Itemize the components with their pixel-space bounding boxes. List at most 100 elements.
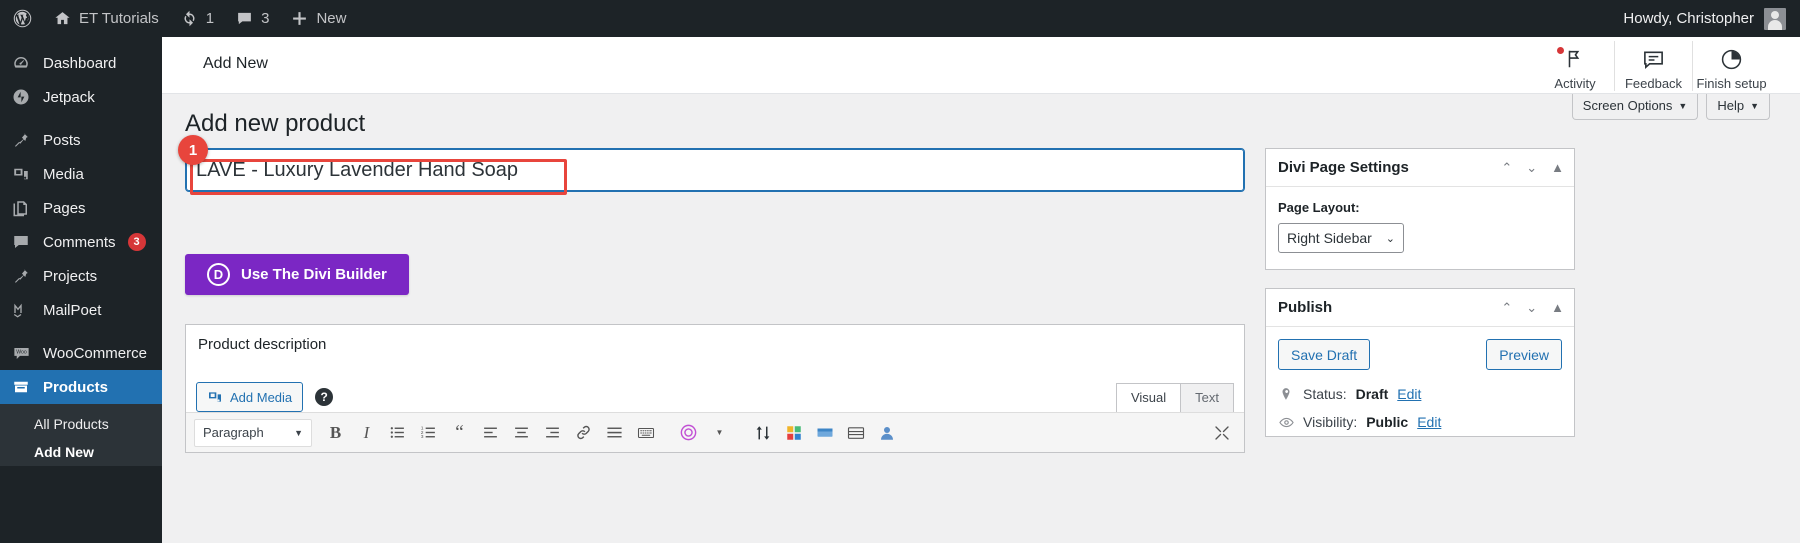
- editor-mode-tabs: Visual Text: [1115, 383, 1234, 413]
- sidebar-item-media[interactable]: Media: [0, 157, 162, 191]
- move-up-icon[interactable]: ⌃: [1501, 161, 1512, 174]
- account-menu[interactable]: Howdy, Christopher: [1623, 7, 1786, 30]
- layout-icon[interactable]: [841, 419, 870, 447]
- chevron-down-icon[interactable]: ▼: [705, 419, 734, 447]
- sidebar-item-label: Comments: [43, 233, 116, 251]
- sidebar-item-label: Products: [43, 378, 109, 396]
- sidebar-item-woocommerce[interactable]: Woo WooCommerce: [0, 336, 162, 370]
- person-icon[interactable]: [872, 419, 901, 447]
- products-icon: [11, 377, 31, 397]
- tab-text[interactable]: Text: [1180, 383, 1234, 413]
- activity-badge-dot: [1557, 47, 1564, 54]
- toggle-panel-icon[interactable]: ▲: [1551, 301, 1564, 314]
- italic-icon[interactable]: I: [352, 419, 381, 447]
- move-down-icon[interactable]: ⌄: [1526, 301, 1537, 314]
- editor-toolbar-top: Add Media ? Visual Text: [186, 364, 1244, 413]
- toolbar-toggle-icon[interactable]: [748, 419, 777, 447]
- status-edit-link[interactable]: Edit: [1397, 386, 1421, 402]
- visibility-edit-link[interactable]: Edit: [1417, 414, 1441, 430]
- status-value: Draft: [1355, 386, 1389, 403]
- product-description-heading: Product description: [198, 336, 327, 354]
- sidebar-item-projects[interactable]: Projects: [0, 259, 162, 293]
- paragraph-format-select[interactable]: Paragraph ▼: [194, 418, 312, 447]
- divi-logo-icon: D: [207, 263, 230, 287]
- table-icon[interactable]: [810, 419, 839, 447]
- comments-count: 3: [261, 10, 270, 27]
- sidebar-item-jetpack[interactable]: Jetpack: [0, 80, 162, 114]
- page-layout-select[interactable]: Right Sidebar ⌄: [1278, 223, 1404, 254]
- product-title-input[interactable]: [185, 148, 1245, 193]
- divi-module-icon[interactable]: [674, 419, 703, 447]
- mailpoet-icon: [11, 300, 31, 320]
- site-name-menu[interactable]: ET Tutorials: [43, 0, 170, 37]
- read-more-icon[interactable]: [600, 419, 629, 447]
- numbered-list-icon[interactable]: 123: [414, 419, 443, 447]
- feedback-button[interactable]: Feedback: [1614, 41, 1692, 91]
- wordpress-logo-menu[interactable]: [0, 0, 43, 37]
- speech-bubble-icon: [1642, 47, 1665, 71]
- sidebar-item-dashboard[interactable]: Dashboard: [0, 46, 162, 80]
- help-icon[interactable]: ?: [315, 388, 334, 407]
- move-up-icon[interactable]: ⌃: [1501, 301, 1512, 314]
- page-layout-value: Right Sidebar: [1287, 230, 1372, 247]
- progress-circle-icon: [1720, 47, 1743, 71]
- woocommerce-header-actions: Activity Feedback Finish setup: [1536, 41, 1770, 94]
- align-center-icon[interactable]: [507, 419, 536, 447]
- admin-wrap: Add new product 1 D Use The Divi Builder: [162, 94, 1800, 455]
- edit-columns: 1 D Use The Divi Builder Product descrip…: [178, 135, 1770, 455]
- move-down-icon[interactable]: ⌄: [1526, 161, 1537, 174]
- finish-setup-button[interactable]: Finish setup: [1692, 41, 1770, 91]
- new-content-menu[interactable]: New: [280, 0, 357, 37]
- comments-count-badge: 3: [127, 233, 146, 251]
- blockquote-icon[interactable]: “: [445, 419, 474, 447]
- sidebar-item-label: MailPoet: [43, 301, 102, 319]
- fullscreen-icon[interactable]: [1207, 419, 1236, 447]
- activity-button[interactable]: Activity: [1536, 41, 1614, 91]
- preview-button[interactable]: Preview: [1486, 339, 1562, 371]
- eye-icon: [1278, 415, 1294, 430]
- new-content-label: New: [316, 10, 347, 27]
- bulleted-list-icon[interactable]: [383, 419, 412, 447]
- updates-menu[interactable]: 1: [170, 0, 225, 37]
- sidebar-item-mailpoet[interactable]: MailPoet: [0, 293, 162, 327]
- sidebar-item-pages[interactable]: Pages: [0, 191, 162, 225]
- add-media-button[interactable]: Add Media: [196, 382, 304, 413]
- divi-page-settings-header: Divi Page Settings ⌃ ⌄ ▲: [1266, 149, 1574, 188]
- sidebar-item-label: Posts: [43, 131, 81, 149]
- sidebar-item-products[interactable]: Products: [0, 370, 162, 404]
- comments-menu[interactable]: 3: [225, 0, 280, 37]
- media-icon: [207, 389, 223, 405]
- toggle-panel-icon[interactable]: ▲: [1551, 161, 1564, 174]
- toolbar-right-group: [1207, 419, 1236, 447]
- tab-visual[interactable]: Visual: [1115, 383, 1182, 413]
- menu-spacer: [0, 114, 162, 123]
- publish-box: Publish ⌃ ⌄ ▲ Save Draft Preview Status:…: [1265, 288, 1575, 438]
- align-right-icon[interactable]: [538, 419, 567, 447]
- page-title: Add new product: [185, 110, 366, 137]
- save-draft-button[interactable]: Save Draft: [1278, 339, 1371, 371]
- side-column: Divi Page Settings ⌃ ⌄ ▲ Page Layout: Ri…: [1265, 148, 1575, 455]
- comment-icon: [11, 232, 31, 252]
- keyboard-icon[interactable]: [631, 419, 660, 447]
- align-left-icon[interactable]: [476, 419, 505, 447]
- divi-page-settings-title: Divi Page Settings: [1278, 159, 1409, 177]
- color-grid-icon[interactable]: [779, 419, 808, 447]
- sidebar-item-comments[interactable]: Comments 3: [0, 225, 162, 259]
- editor-format-toolbar: Paragraph ▼ B I 123 “ ▼: [186, 412, 1244, 453]
- product-description-box: Product description Add Media ? Visual T…: [185, 324, 1245, 454]
- pin-icon: [1278, 387, 1294, 401]
- publish-title: Publish: [1278, 299, 1333, 317]
- use-divi-builder-button[interactable]: D Use The Divi Builder: [185, 254, 409, 296]
- divi-page-settings-body: Page Layout: Right Sidebar ⌄: [1266, 187, 1574, 269]
- bold-icon[interactable]: B: [321, 419, 350, 447]
- visibility-value: Public: [1366, 414, 1409, 431]
- visibility-row: Visibility: Public Edit: [1266, 408, 1574, 436]
- submenu-item-add-new[interactable]: Add New: [0, 438, 162, 466]
- submenu-item-all-products[interactable]: All Products: [0, 410, 162, 438]
- sidebar-item-posts[interactable]: Posts: [0, 123, 162, 157]
- visibility-label: Visibility:: [1303, 414, 1358, 431]
- link-icon[interactable]: [569, 419, 598, 447]
- jetpack-icon: [11, 87, 31, 107]
- pin-icon: [11, 266, 31, 286]
- pages-icon: [11, 198, 31, 218]
